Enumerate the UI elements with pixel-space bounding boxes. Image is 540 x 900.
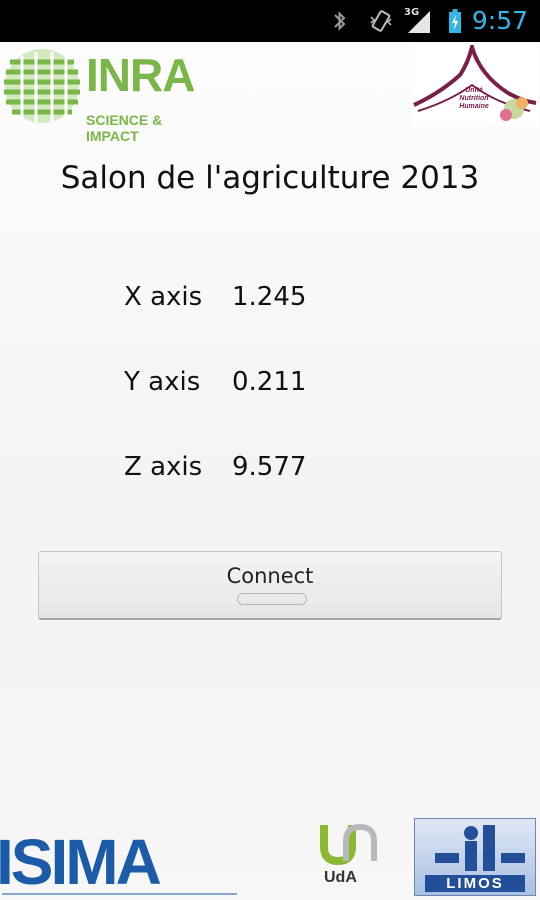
unh-logo: Unité Nutrition Humaine (410, 45, 538, 127)
x-axis-label: X axis (124, 282, 203, 312)
connect-button[interactable]: Connect (38, 551, 502, 620)
z-axis-value: 9.577 (232, 452, 307, 482)
signal-icon: 3G (404, 7, 430, 33)
page-title: Salon de l'agriculture 2013 (60, 160, 480, 196)
vibrate-icon (370, 10, 392, 32)
limos-logo-text: LIMOS (425, 875, 525, 892)
inra-emblem-icon (4, 49, 80, 123)
toggle-indicator (237, 593, 307, 605)
isima-logo-text: ISIMA (0, 826, 162, 898)
uda-logo: UdA (312, 815, 384, 895)
y-axis-label: Y axis (124, 367, 201, 397)
uda-logo-text: UdA (324, 869, 357, 886)
bluetooth-icon (334, 11, 346, 31)
limos-emblem-icon (435, 825, 525, 871)
isima-logo: ISIMA (0, 826, 245, 900)
limos-logo: LIMOS (414, 818, 536, 896)
connect-button-label: Connect (226, 564, 314, 588)
mountain-emblem-icon (413, 45, 537, 121)
isima-logo-underline (2, 893, 237, 895)
inra-logo-text: INRA (86, 49, 195, 101)
clock: 9:57 (471, 6, 528, 35)
z-axis-label: Z axis (124, 452, 203, 482)
uda-emblem-icon (320, 823, 377, 866)
inra-logo: INRA SCIENCE & IMPACT (0, 42, 210, 144)
battery-charging-icon (449, 9, 461, 33)
x-axis-value: 1.245 (232, 282, 307, 312)
unh-logo-text: Unité Nutrition Humaine (459, 87, 489, 110)
status-bar: 3G 9:57 (0, 0, 540, 42)
y-axis-value: 0.211 (232, 367, 307, 397)
inra-tagline: SCIENCE & IMPACT (86, 112, 163, 144)
